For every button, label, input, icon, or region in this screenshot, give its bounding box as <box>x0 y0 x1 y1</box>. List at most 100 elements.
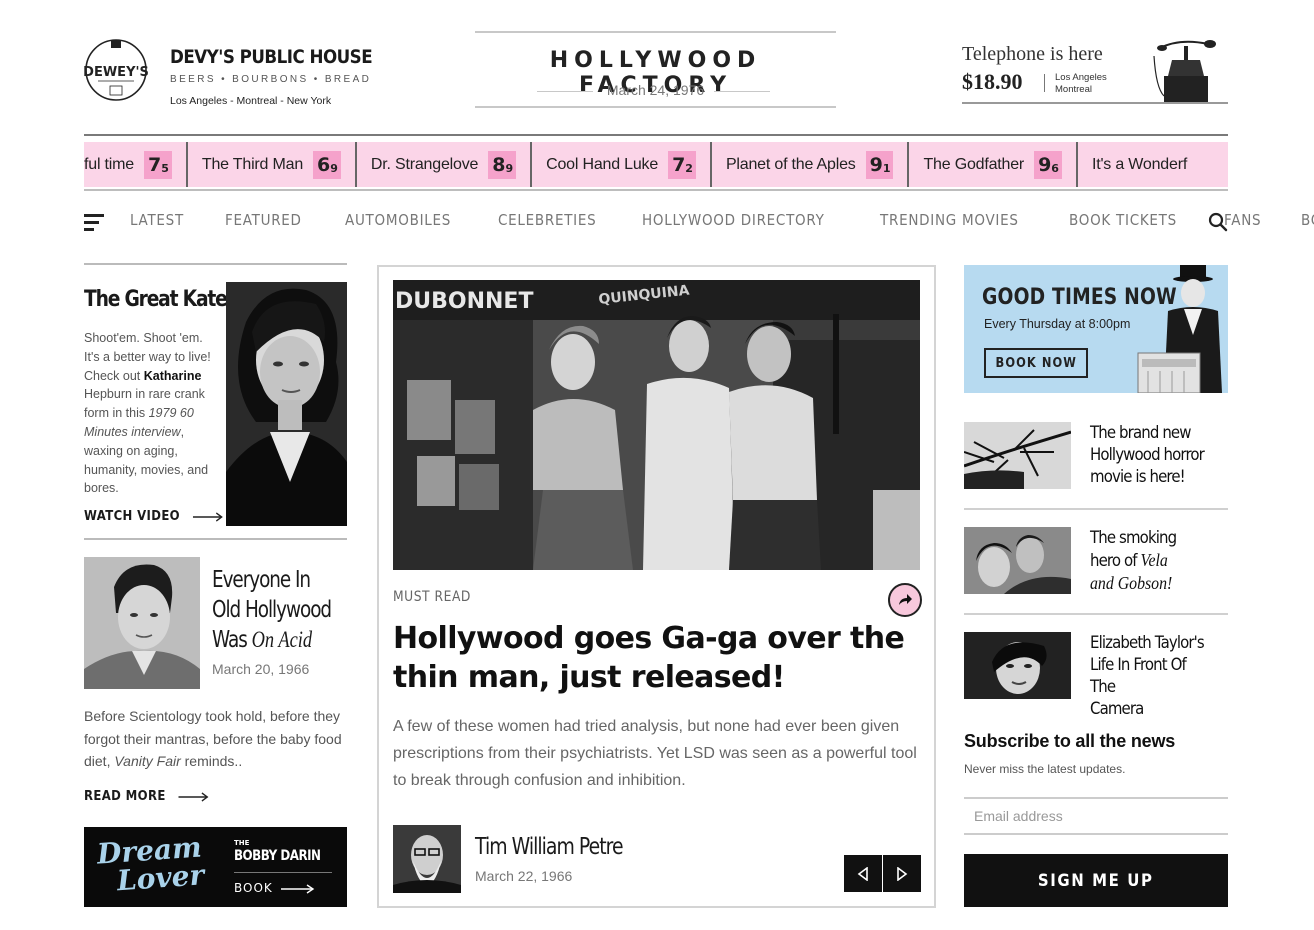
ticker-item[interactable]: Dr. Strangelove 8 9 <box>357 142 533 187</box>
title-text: Was <box>212 627 252 653</box>
score-whole: 7 <box>672 153 685 176</box>
side-story-title[interactable]: The smoking hero of Vela and Gobson! <box>1090 527 1213 595</box>
ticker-item[interactable]: The Godfather 9 6 <box>909 142 1078 187</box>
title-italic: On Acid <box>251 627 313 652</box>
ticker-item[interactable]: It's a Wonderf <box>1078 142 1201 187</box>
nav-item-automobiles[interactable]: AUTOMOBILES <box>345 211 451 229</box>
title-line: Was On Acid <box>212 625 331 655</box>
nav-items: LATEST FEATURED AUTOMOBILES CELEBRETIES HOLL… <box>130 211 1314 229</box>
kate-portrait[interactable] <box>226 282 347 526</box>
acid-story-body: Before Scientology took hold, before the… <box>84 705 347 773</box>
ticker-movie-title: Dr. Strangelove <box>370 155 479 173</box>
title-line: and Gobson! <box>1090 572 1213 595</box>
score-decimal: 6 <box>1051 162 1059 175</box>
score-decimal: 9 <box>330 162 338 175</box>
score-decimal: 5 <box>161 162 169 175</box>
email-field[interactable] <box>964 797 1228 835</box>
side-story-image[interactable] <box>964 632 1071 699</box>
featured-article-image[interactable]: DUBONNET QUINQUINA <box>393 280 920 570</box>
promo-schedule: Every Thursday at 8:00pm <box>984 317 1131 331</box>
featured-article-card: DUBONNET QUINQUINA MUST READ Hollywood g… <box>377 265 936 908</box>
share-button[interactable] <box>888 583 922 617</box>
brand-seal-icon: DEWEY'S <box>84 39 148 101</box>
title-line: Old Hollywood <box>212 597 332 623</box>
hamburger-icon[interactable] <box>84 214 104 231</box>
search-icon[interactable] <box>1208 212 1228 232</box>
side-story[interactable]: The brand new Hollywood horror movie is … <box>964 422 1228 510</box>
title-line: movie is here! <box>1090 467 1186 487</box>
nav-item-celebreties[interactable]: CELEBRETIES <box>498 211 596 229</box>
ticker-item[interactable]: ful time 7 5 <box>84 142 188 187</box>
ticker-item[interactable]: Cool Hand Luke 7 2 <box>532 142 712 187</box>
dream-lover-book-link[interactable]: BOOK <box>234 881 315 895</box>
side-story[interactable]: The smoking hero of Vela and Gobson! <box>964 527 1228 615</box>
divider <box>234 872 332 873</box>
telephone-ad-city: Los Angeles <box>1055 72 1107 83</box>
side-story-title[interactable]: The brand new Hollywood horror movie is … <box>1090 422 1213 488</box>
nav-item-book-tickets[interactable]: BOOK TICKETS <box>1069 211 1177 229</box>
article-headline[interactable]: Hollywood goes Ga-ga over the thin man, … <box>393 619 913 697</box>
ticker-item[interactable]: The Third Man 6 9 <box>188 142 357 187</box>
next-button[interactable] <box>883 855 921 892</box>
score-whole: 8 <box>492 153 505 176</box>
good-times-promo: GOOD TIMES NOW Every Thursday at 8:00pm … <box>964 265 1228 393</box>
masthead-rule-right <box>714 91 770 92</box>
nav-item-featured[interactable]: FEATURED <box>225 211 302 229</box>
acid-story[interactable]: Everyone In Old Hollywood Was On Acid Ma… <box>84 553 347 804</box>
telephone-ad[interactable]: Telephone is here $18.90 Los Angeles Mon… <box>962 40 1228 104</box>
main-nav: LATEST FEATURED AUTOMOBILES CELEBRETIES HOLL… <box>84 200 1314 244</box>
nav-item-hollywood-directory[interactable]: HOLLYWOOD DIRECTORY <box>642 211 825 229</box>
nav-item-books[interactable]: BOOKS <box>1301 211 1314 229</box>
ticker-movie-title: The Godfather <box>923 155 1025 173</box>
side-story-title[interactable]: Elizabeth Taylor's Life In Front Of The … <box>1090 632 1213 720</box>
kate-story[interactable]: The Great Kate Shoot'em. Shoot 'em. It's… <box>84 263 347 540</box>
brand-tagline: BEERS • BOURBONS • BREAD <box>170 74 372 85</box>
ticker-movie-title: Planet of the Aples <box>725 155 856 173</box>
ticker-score-badge: 91 <box>865 150 894 179</box>
author-avatar[interactable] <box>393 825 461 893</box>
nav-item-latest[interactable]: LATEST <box>130 211 184 229</box>
arrow-right-icon <box>192 511 223 522</box>
nav-item-fans[interactable]: FANS <box>1224 211 1261 229</box>
cary-portrait[interactable] <box>84 557 200 689</box>
body-text: reminds.. <box>180 753 243 769</box>
kate-body-bold: Katharine <box>143 368 202 383</box>
chevron-right-icon <box>897 866 908 881</box>
read-more-label: READ MORE <box>84 789 166 804</box>
acid-story-title[interactable]: Everyone In Old Hollywood Was On Acid <box>212 565 332 655</box>
nav-item-trending-movies[interactable]: TRENDING MOVIES <box>880 211 1019 229</box>
ticker-item[interactable]: Planet of the Aples 9 1 <box>712 142 910 187</box>
sign-text: DUBONNET <box>395 289 533 314</box>
read-more-link[interactable]: READ MORE <box>84 789 209 804</box>
side-story[interactable]: Elizabeth Taylor's Life In Front Of The … <box>964 632 1228 720</box>
title-italic: Vela <box>1140 550 1168 570</box>
portrait-illustration <box>84 557 200 689</box>
side-story-image[interactable] <box>964 527 1071 594</box>
title-text: hero of <box>1090 551 1141 571</box>
score-decimal: 1 <box>882 162 891 175</box>
masthead[interactable]: HOLLYWOOD FACTORY March 24, 1976 <box>475 31 836 108</box>
title-line: Camera <box>1090 699 1144 719</box>
brand-logo[interactable]: DEWEY'S DEVY'S PUBLIC HOUSE BEERS • BOUR… <box>84 36 373 107</box>
book-now-button[interactable]: BOOK NOW <box>984 348 1088 378</box>
previous-button[interactable] <box>844 855 882 892</box>
svg-text:DEWEY'S: DEWEY'S <box>84 65 148 80</box>
score-whole: 9 <box>1038 153 1051 176</box>
dream-lover-ad[interactable]: Dream Lover THE BOBBY DARIN BOOK <box>84 827 347 907</box>
article-date: March 22, 1966 <box>475 868 573 884</box>
ratings-ticker: ful time 7 5 The Third Man 6 9 Dr. Strangelove… <box>84 134 1228 191</box>
watch-video-link[interactable]: WATCH VIDEO <box>84 509 223 524</box>
side-story-image[interactable] <box>964 422 1071 489</box>
author-name[interactable]: Tim William Petre <box>475 834 624 860</box>
telephone-ad-cities: Los Angeles Montreal <box>1055 72 1107 96</box>
share-icon <box>899 594 912 605</box>
kate-story-title[interactable]: The Great Kate <box>84 287 228 312</box>
portrait-illustration <box>964 632 1071 699</box>
subscribe-subtitle: Never miss the latest updates. <box>964 762 1126 776</box>
ratings-ticker-track: ful time 7 5 The Third Man 6 9 Dr. Strangelove… <box>84 142 1228 187</box>
score-decimal: 9 <box>505 162 513 175</box>
score-whole: 6 <box>317 153 330 176</box>
ticker-movie-title: It's a Wonderf <box>1091 155 1188 173</box>
sign-up-button[interactable]: SIGN ME UP <box>964 854 1228 907</box>
acid-story-date: March 20, 1966 <box>212 661 310 677</box>
